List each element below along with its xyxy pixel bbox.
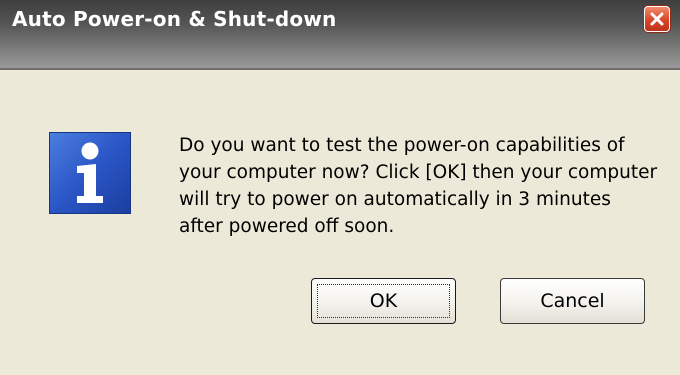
dialog-message: Do you want to test the power-on capabil… — [179, 135, 658, 237]
message-dialog: Auto Power-on & Shut-down Do you want to… — [0, 0, 680, 375]
cancel-button[interactable]: Cancel — [500, 278, 645, 324]
close-icon — [650, 12, 664, 26]
information-icon — [49, 132, 131, 214]
window-title: Auto Power-on & Shut-down — [12, 7, 337, 31]
ok-button-label: OK — [369, 290, 398, 312]
dialog-body: Do you want to test the power-on capabil… — [0, 70, 680, 375]
title-bar[interactable]: Auto Power-on & Shut-down — [0, 0, 680, 70]
close-button[interactable] — [644, 6, 670, 32]
cancel-button-label: Cancel — [540, 290, 605, 312]
ok-button[interactable]: OK — [311, 278, 456, 324]
